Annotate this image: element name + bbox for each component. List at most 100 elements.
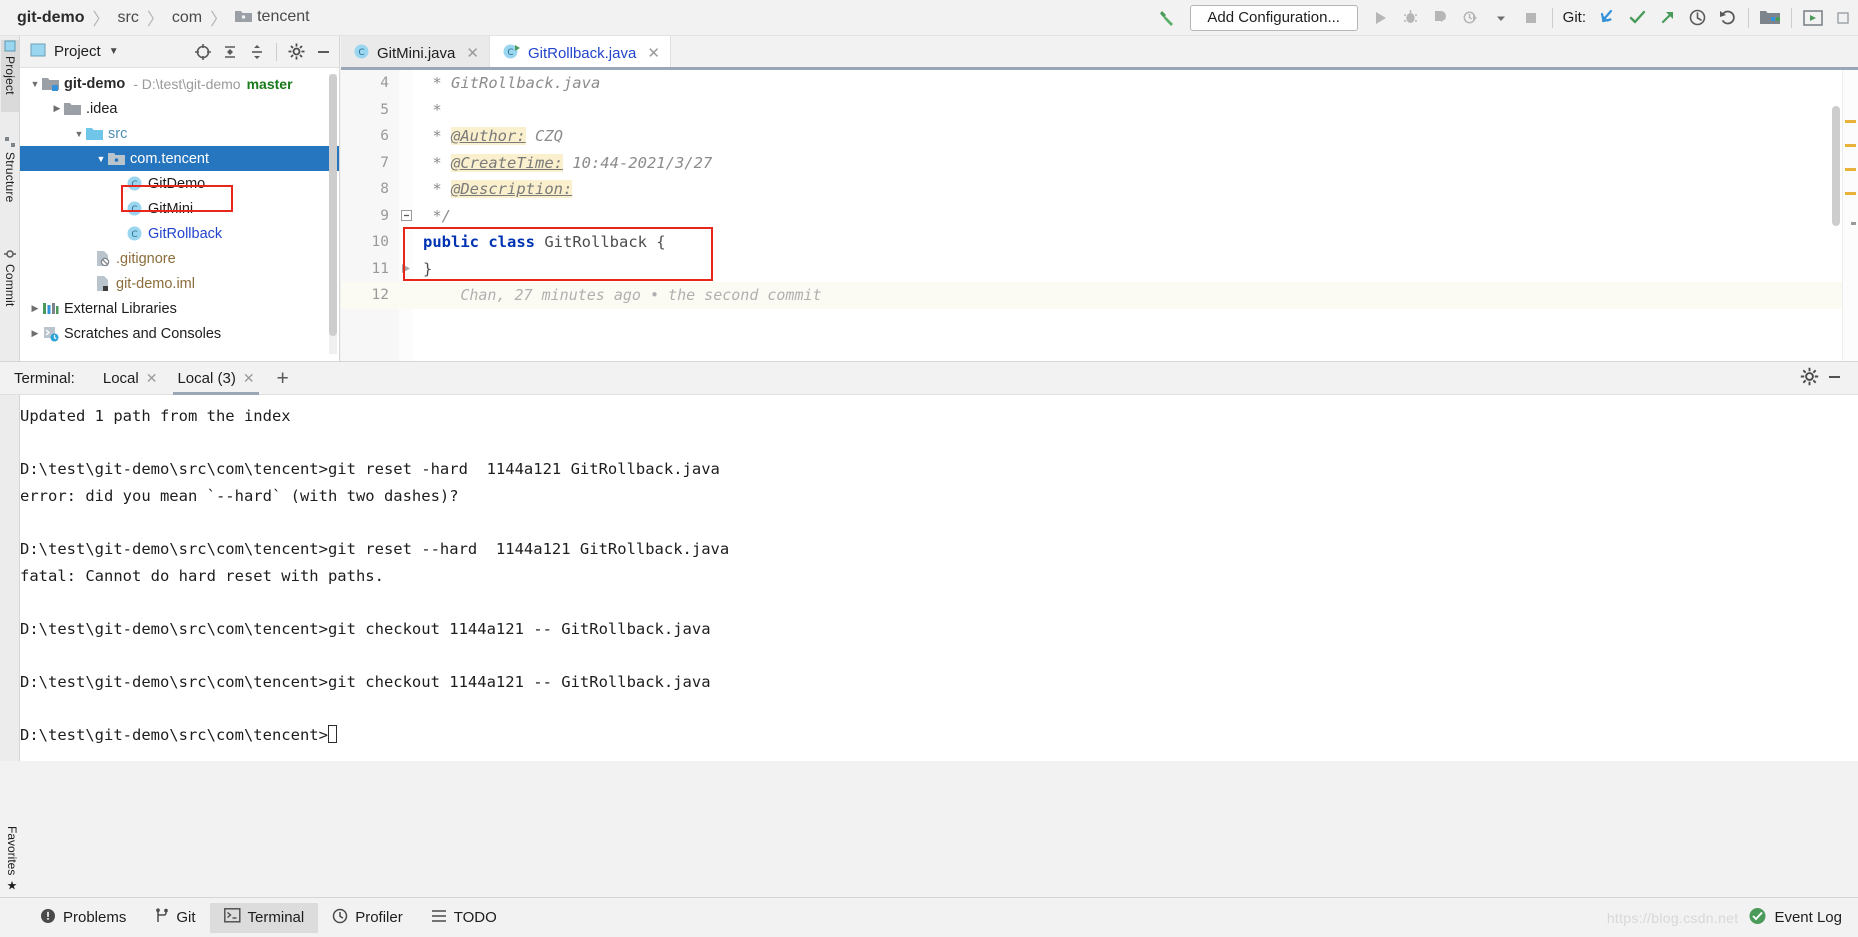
editor-tab-bar: C GitMini.java ✕ C GitRollback.java ✕: [341, 36, 1858, 70]
event-log-label: Event Log: [1774, 909, 1842, 926]
breadcrumb-item-tencent[interactable]: tencent: [232, 8, 312, 28]
tree-node-iml[interactable]: git-demo.iml: [20, 271, 339, 296]
editor-marker-strip[interactable]: [1842, 70, 1858, 361]
debug-icon[interactable]: [1396, 4, 1426, 32]
tree-node-com-tencent[interactable]: ▼ com.tencent: [20, 146, 339, 171]
push-icon[interactable]: [1652, 4, 1682, 32]
status-bar-item-problems-label: Problems: [63, 909, 127, 926]
terminal-tab-local[interactable]: Local ✕: [93, 362, 168, 395]
fold-collapse-icon[interactable]: [399, 210, 413, 222]
chevron-down-icon[interactable]: ▼: [72, 127, 86, 141]
event-log-icon: [1748, 907, 1767, 929]
tree-node-gitdemo[interactable]: C GitDemo: [20, 171, 339, 196]
chevron-right-icon[interactable]: ▶: [50, 102, 64, 116]
run-icon[interactable]: [1366, 4, 1396, 32]
run-configuration-selector[interactable]: Add Configuration...: [1189, 4, 1358, 31]
terminal-line: D:\test\git-demo\src\com\tencent>git che…: [20, 619, 711, 638]
commit-icon[interactable]: [1622, 4, 1652, 32]
warning-marker[interactable]: [1845, 168, 1856, 171]
structure-icon: [3, 136, 17, 148]
close-icon[interactable]: ✕: [146, 370, 158, 387]
warning-marker[interactable]: [1845, 120, 1856, 123]
terminal-output[interactable]: Updated 1 path from the index D:\test\gi…: [0, 395, 1858, 761]
project-panel-scrollbar[interactable]: [329, 74, 337, 354]
status-bar-item-terminal[interactable]: Terminal: [209, 902, 319, 933]
hammer-icon[interactable]: [1152, 4, 1182, 32]
editor-tab-gitmini[interactable]: C GitMini.java ✕: [341, 36, 490, 70]
code-class-name: GitRollback {: [544, 233, 666, 252]
breadcrumb-item-src[interactable]: src: [115, 9, 142, 27]
sidebar-item-project[interactable]: Project: [1, 40, 19, 112]
settings-gear-icon[interactable]: [284, 40, 308, 64]
tree-node-external-libraries-label: External Libraries: [64, 300, 177, 317]
select-opened-file-icon[interactable]: [191, 40, 215, 64]
breadcrumb-item-project[interactable]: git-demo: [14, 9, 88, 27]
tree-node-external-libraries[interactable]: ▶ External Libraries: [20, 296, 339, 321]
tree-node-src[interactable]: ▼ src: [20, 121, 339, 146]
plus-icon[interactable]: +: [265, 368, 301, 389]
chevron-right-icon[interactable]: ▶: [28, 327, 42, 341]
chevron-down-icon[interactable]: ▼: [109, 46, 119, 57]
tree-node-git-demo[interactable]: ▼ git-demo - D:\test\git-demo master: [20, 71, 339, 96]
run-anything-icon[interactable]: [1798, 4, 1828, 32]
project-structure-icon[interactable]: [1755, 4, 1785, 32]
history-icon[interactable]: [1682, 4, 1712, 32]
run-with-coverage-icon[interactable]: [1426, 4, 1456, 32]
caret-marker[interactable]: [1851, 222, 1856, 225]
status-bar-item-git[interactable]: Git: [140, 903, 209, 933]
javadoc-tag-description: @Description:: [451, 180, 573, 199]
tree-node-git-demo-label: git-demo: [64, 75, 126, 92]
terminal-tab-local-3[interactable]: Local (3) ✕: [167, 362, 264, 395]
editor-tab-gitrollback[interactable]: C GitRollback.java ✕: [341, 36, 1858, 70]
hide-icon[interactable]: [311, 40, 335, 64]
expand-all-icon[interactable]: [218, 40, 242, 64]
profiler-icon: [332, 908, 348, 928]
editor-area: C GitMini.java ✕ C GitRollback.java ✕ 4 …: [341, 36, 1858, 361]
status-bar-item-problems[interactable]: Problems: [26, 903, 140, 933]
tree-node-gitdemo-label: GitDemo: [148, 175, 206, 192]
code-editor[interactable]: 4 * GitRollback.java 5 * 6 * @Author: CZ…: [341, 70, 1858, 361]
chevron-right-icon[interactable]: ▶: [28, 302, 42, 316]
status-bar-item-profiler[interactable]: Profiler: [318, 903, 417, 933]
breadcrumb-item-com[interactable]: com: [169, 9, 205, 27]
tree-node-gitignore-label: .gitignore: [116, 250, 176, 267]
collapse-all-icon[interactable]: [245, 40, 269, 64]
maximize-icon[interactable]: [1828, 4, 1858, 32]
tree-node-scratches[interactable]: ▶ Scratches and Consoles: [20, 321, 339, 346]
warning-marker[interactable]: [1845, 144, 1856, 147]
sidebar-item-favorites[interactable]: Favorites ★: [1, 826, 19, 893]
editor-tab-bar-filler: [670, 36, 1858, 70]
terminal-prompt: D:\test\git-demo\src\com\tencent>: [20, 726, 328, 745]
tree-node-gitrollback[interactable]: C GitRollback: [20, 221, 339, 246]
terminal-prompt-line[interactable]: D:\test\git-demo\src\com\tencent>: [20, 722, 1858, 749]
chevron-down-icon[interactable]: ▼: [94, 152, 108, 166]
close-icon[interactable]: ✕: [647, 44, 660, 62]
run-gutter-icon[interactable]: [399, 263, 413, 274]
close-icon[interactable]: ✕: [243, 370, 255, 387]
warning-marker[interactable]: [1845, 192, 1856, 195]
tree-node-idea[interactable]: ▶ .idea: [20, 96, 339, 121]
tree-node-gitmini[interactable]: C GitMini: [20, 196, 339, 221]
hide-icon[interactable]: [1825, 367, 1844, 389]
profiler-run-icon[interactable]: [1456, 4, 1486, 32]
rollback-icon[interactable]: [1712, 4, 1742, 32]
chevron-down-icon[interactable]: [1486, 4, 1516, 32]
code-line-11: 11 }: [341, 256, 1858, 283]
tree-node-gitignore[interactable]: .gitignore: [20, 246, 339, 271]
status-bar-item-git-label: Git: [176, 909, 196, 926]
code-comment: *: [423, 180, 451, 199]
sidebar-item-commit[interactable]: Commit: [1, 248, 19, 328]
code-line-4: 4 * GitRollback.java: [341, 70, 1858, 97]
settings-gear-icon[interactable]: [1800, 367, 1819, 389]
sidebar-item-structure[interactable]: Structure: [1, 136, 19, 228]
stop-icon[interactable]: [1516, 4, 1546, 32]
chevron-down-icon[interactable]: ▼: [28, 77, 42, 91]
update-project-icon[interactable]: [1592, 4, 1622, 32]
libraries-icon: [42, 301, 59, 316]
sidebar-item-project-label: Project: [3, 56, 17, 95]
close-icon[interactable]: ✕: [466, 44, 479, 62]
scrollbar-thumb[interactable]: [329, 74, 337, 336]
status-bar-item-todo[interactable]: TODO: [417, 903, 511, 933]
event-log-button[interactable]: Event Log: [1748, 907, 1842, 929]
editor-vertical-scrollbar[interactable]: [1832, 106, 1840, 226]
